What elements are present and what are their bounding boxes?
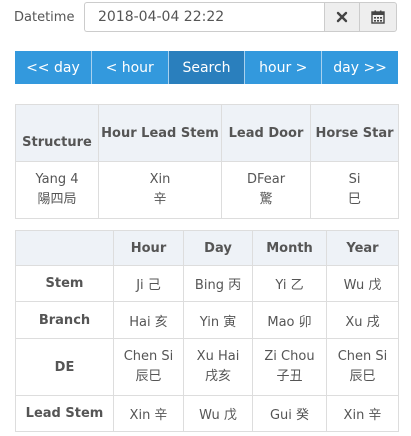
prev-hour-button[interactable]: < hour: [91, 51, 169, 84]
header-hour-lead-stem: Hour Lead Stem: [98, 104, 222, 162]
header-structure: Structure: [15, 104, 99, 162]
header-month: Month: [252, 230, 327, 266]
lead-stem-month: Gui 癸: [252, 395, 327, 432]
table-header-row: Hour Day Month Year: [15, 230, 399, 266]
de-month: Zi Chou 子丑: [252, 338, 327, 396]
header-horse-star: Horse Star: [310, 104, 399, 162]
datetime-input[interactable]: 2018-04-04 22:22: [84, 2, 325, 32]
stem-month: Yi 乙: [252, 265, 327, 302]
structure-value: Yang 4: [35, 172, 79, 187]
de-hour-value: Chen Si: [123, 349, 174, 364]
horse-star-value: Si: [348, 172, 361, 187]
table-row: DE Chen Si 辰巳 Xu Hai 戌亥 Zi Chou 子丑 Chen …: [15, 338, 399, 396]
horse-star-value-chinese: 巳: [347, 192, 361, 207]
search-button[interactable]: Search: [168, 51, 246, 84]
de-hour: Chen Si 辰巳: [113, 338, 184, 396]
horse-star-cell: Si 巳: [310, 161, 399, 219]
table-header-row: Structure Hour Lead Stem Lead Door Horse…: [15, 104, 399, 162]
de-day: Xu Hai 戌亥: [183, 338, 253, 396]
lead-stem-year: Xin 辛: [326, 395, 399, 432]
de-day-value-chinese: 戌亥: [204, 369, 231, 384]
de-year-value-chinese: 辰巳: [349, 369, 376, 384]
hour-lead-stem-cell: Xin 辛: [98, 161, 222, 219]
datetime-label: Datetime: [14, 10, 75, 25]
header-day: Day: [183, 230, 253, 266]
row-label-de: DE: [15, 338, 114, 396]
lead-door-cell: DFear 驚: [221, 161, 311, 219]
structure-table: Structure Hour Lead Stem Lead Door Horse…: [15, 104, 399, 219]
hour-lead-stem-value-chinese: 辛: [153, 192, 167, 207]
stem-hour: Ji 己: [113, 265, 184, 302]
branch-year: Xu 戌: [326, 301, 399, 339]
table-row: Lead Stem Xin 辛 Wu 戊 Gui 癸 Xin 辛: [15, 395, 399, 432]
table-row: Stem Ji 己 Bing 丙 Yi 乙 Wu 戊: [15, 265, 399, 302]
stem-day: Bing 丙: [183, 265, 253, 302]
de-month-value: Zi Chou: [264, 349, 315, 364]
lead-door-value-chinese: 驚: [259, 192, 273, 207]
prev-day-button[interactable]: << day: [15, 51, 92, 84]
structure-value-chinese: 陽四局: [37, 192, 77, 207]
lead-door-value: DFear: [246, 172, 286, 187]
table-row: Yang 4 陽四局 Xin 辛 DFear 驚 Si 巳: [15, 161, 399, 219]
de-year: Chen Si 辰巳: [326, 338, 399, 396]
header-empty: [15, 230, 114, 266]
header-lead-door: Lead Door: [221, 104, 311, 162]
navigation-button-group: << day < hour Search hour > day >>: [15, 51, 398, 84]
header-year: Year: [326, 230, 399, 266]
clear-button[interactable]: [324, 2, 360, 32]
row-label-stem: Stem: [15, 265, 114, 302]
next-day-button[interactable]: day >>: [322, 51, 398, 84]
x-icon: [336, 11, 348, 23]
row-label-lead-stem: Lead Stem: [15, 395, 114, 432]
datetime-row: Datetime 2018-04-04 22:22: [14, 2, 398, 34]
calendar-button[interactable]: [359, 2, 397, 32]
lead-stem-day: Wu 戊: [183, 395, 253, 432]
calendar-icon: [371, 10, 385, 24]
table-row: Branch Hai 亥 Yin 寅 Mao 卯 Xu 戌: [15, 301, 399, 339]
stem-year: Wu 戊: [326, 265, 399, 302]
de-year-value: Chen Si: [337, 349, 388, 364]
hour-lead-stem-value: Xin: [149, 172, 171, 187]
de-day-value: Xu Hai: [196, 349, 240, 364]
branch-month: Mao 卯: [252, 301, 327, 339]
de-hour-value-chinese: 辰巳: [135, 369, 162, 384]
next-hour-button[interactable]: hour >: [245, 51, 323, 84]
pillars-table: Hour Day Month Year Stem Ji 己 Bing 丙 Yi …: [15, 230, 399, 432]
de-month-value-chinese: 子丑: [276, 369, 303, 384]
row-label-branch: Branch: [15, 301, 114, 339]
branch-day: Yin 寅: [183, 301, 253, 339]
structure-cell: Yang 4 陽四局: [15, 161, 99, 219]
lead-stem-hour: Xin 辛: [113, 395, 184, 432]
branch-hour: Hai 亥: [113, 301, 184, 339]
header-hour: Hour: [113, 230, 184, 266]
